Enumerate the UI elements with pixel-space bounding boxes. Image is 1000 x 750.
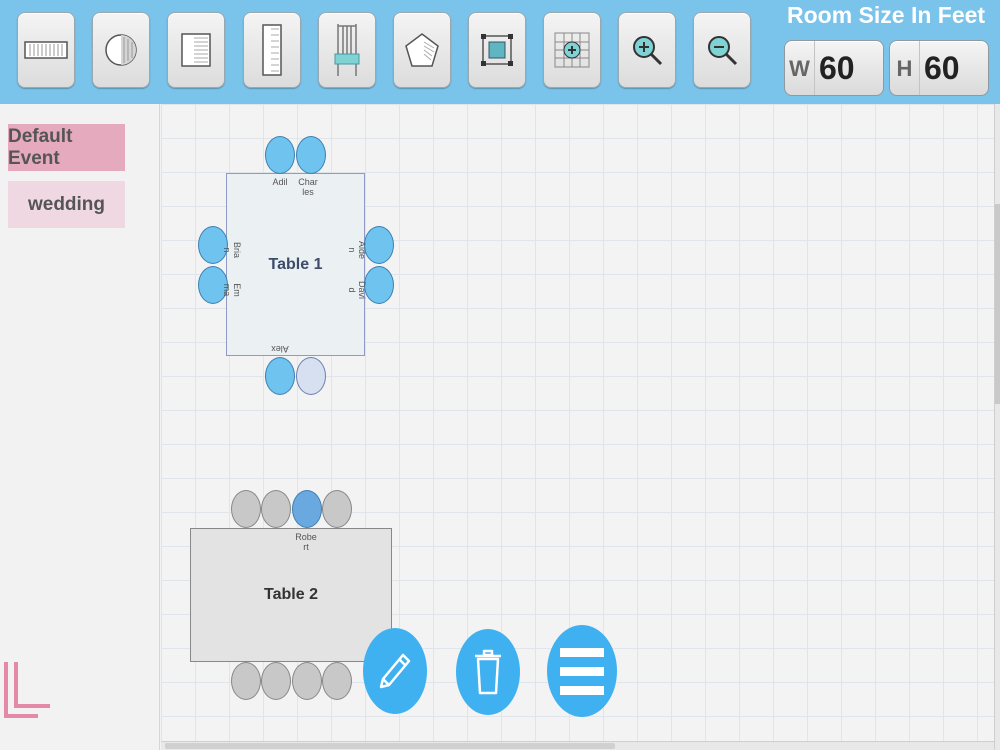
event-item-wedding[interactable]: wedding xyxy=(8,181,125,228)
guest-name-aiden: Aide n xyxy=(347,240,367,259)
guest-name-charles: Char les xyxy=(298,177,318,197)
guest-name-adil: Adil xyxy=(272,177,288,187)
seat-alex[interactable] xyxy=(265,357,295,395)
seat-empty-table2-bottom-4[interactable] xyxy=(322,662,352,700)
height-value[interactable]: 60 xyxy=(920,50,960,87)
select-area-icon xyxy=(481,34,513,66)
grid-add-icon xyxy=(554,32,590,68)
seat-adil[interactable] xyxy=(265,136,295,174)
seat-empty-table2-top-4[interactable] xyxy=(322,490,352,528)
seat-robert[interactable] xyxy=(292,490,322,528)
grid-add-tool[interactable] xyxy=(543,12,601,88)
round-table-tool[interactable] xyxy=(92,12,150,88)
seat-empty-table2-top-2[interactable] xyxy=(261,490,291,528)
pentagon-tool[interactable] xyxy=(393,12,451,88)
seat-empty-table2-bottom-1[interactable] xyxy=(231,662,261,700)
table-2[interactable]: Table 2 xyxy=(190,528,392,662)
narrow-table-tool[interactable] xyxy=(243,12,301,88)
table-1-name: Table 1 xyxy=(268,255,323,273)
room-size-title: Room Size In Feet xyxy=(787,2,986,28)
event-sidebar: Default Event wedding xyxy=(0,104,160,750)
horizontal-scrollbar[interactable] xyxy=(161,741,994,750)
guest-name-alex: Alex xyxy=(271,344,289,354)
event-item-default[interactable]: Default Event xyxy=(8,124,125,171)
corner-collapse-icon[interactable] xyxy=(4,660,54,720)
delete-button[interactable] xyxy=(456,629,520,715)
vertical-scroll-thumb[interactable] xyxy=(995,204,1000,404)
width-label: W xyxy=(785,41,815,95)
width-field[interactable]: W 60 xyxy=(784,40,884,96)
height-field[interactable]: H 60 xyxy=(889,40,989,96)
chair-tool[interactable] xyxy=(318,12,376,88)
height-label: H xyxy=(890,41,920,95)
guest-name-brian: Bria n xyxy=(222,241,242,258)
rect-table-tool[interactable] xyxy=(17,12,75,88)
seat-charles[interactable] xyxy=(296,136,326,174)
zoom-in-button[interactable] xyxy=(618,12,676,88)
guest-name-david: Davi d xyxy=(347,280,367,299)
guest-name-robert: Robe rt xyxy=(295,532,317,552)
trash-icon xyxy=(475,649,501,695)
menu-button[interactable] xyxy=(547,625,617,717)
seat-david[interactable] xyxy=(364,266,394,304)
seat-aiden[interactable] xyxy=(364,226,394,264)
pentagon-icon xyxy=(405,33,439,67)
table-1[interactable]: Table 1 xyxy=(226,173,365,356)
seat-empty-table1[interactable] xyxy=(296,357,326,395)
zoom-in-icon xyxy=(633,36,663,66)
long-table-icon xyxy=(24,41,68,59)
seat-empty-table2-bottom-2[interactable] xyxy=(261,662,291,700)
chair-icon xyxy=(334,24,360,76)
zoom-out-button[interactable] xyxy=(693,12,751,88)
zoom-out-icon xyxy=(708,36,738,66)
pencil-icon xyxy=(379,653,411,689)
toolbar: Room Size In Feet W 60 H 60 xyxy=(0,0,1000,104)
vertical-scrollbar[interactable] xyxy=(994,104,1000,750)
guest-name-emma: Em ma xyxy=(222,283,242,297)
round-table-icon xyxy=(105,34,137,66)
horizontal-scroll-thumb[interactable] xyxy=(165,743,615,749)
square-table-tool[interactable] xyxy=(167,12,225,88)
narrow-table-icon xyxy=(262,24,282,76)
width-value[interactable]: 60 xyxy=(815,50,855,87)
square-table-icon xyxy=(181,33,211,67)
hamburger-menu-icon xyxy=(560,648,604,695)
seat-empty-table2-top-1[interactable] xyxy=(231,490,261,528)
seat-empty-table2-bottom-3[interactable] xyxy=(292,662,322,700)
table-2-name: Table 2 xyxy=(264,586,318,603)
edit-button[interactable] xyxy=(363,628,427,714)
select-area-tool[interactable] xyxy=(468,12,526,88)
